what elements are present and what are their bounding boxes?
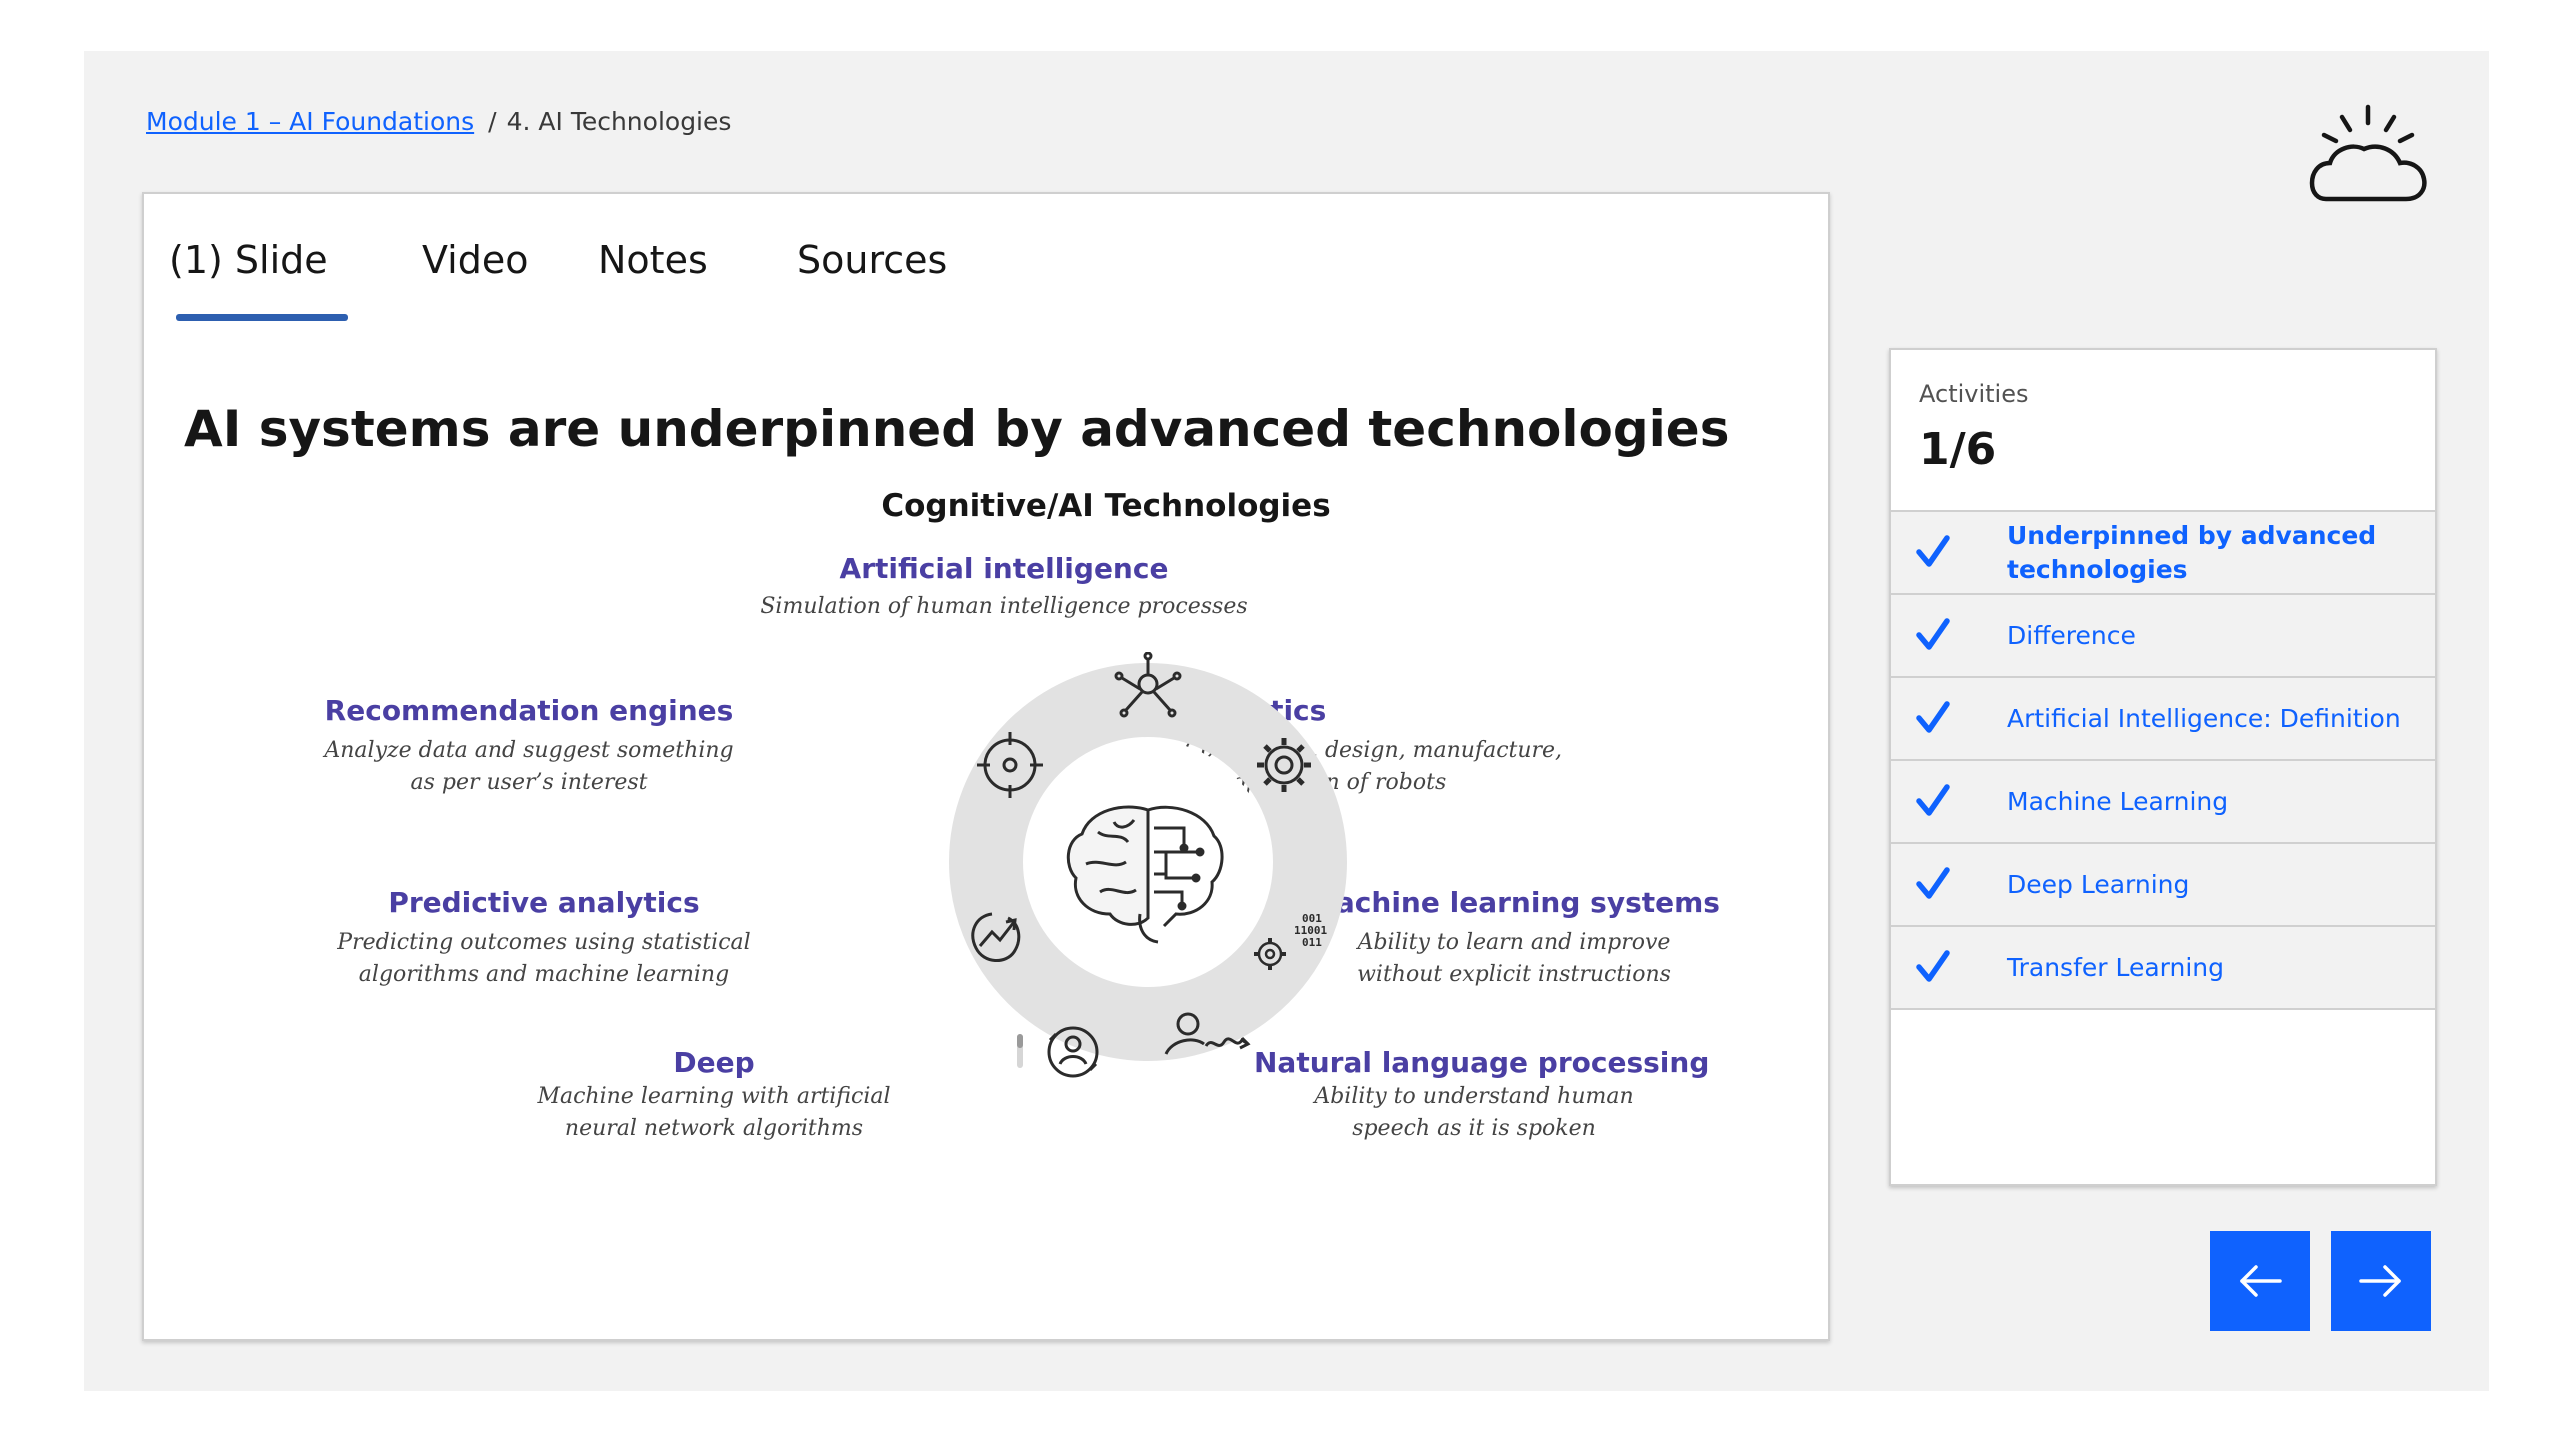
tech-description-line1: Analyze data and suggest something <box>324 738 734 763</box>
activities-panel: Activities 1/6 Underpinned by advanced t… <box>1889 348 2437 1186</box>
tech-recommendation-engines: Recommendation engines Analyze data and … <box>319 694 739 799</box>
next-button[interactable] <box>2331 1231 2431 1331</box>
tech-title: Predictive analytics <box>388 886 700 919</box>
breadcrumb-parent-link[interactable]: Module 1 – AI Foundations <box>146 107 474 136</box>
tech-title: Artificial intelligence <box>839 552 1169 585</box>
previous-button[interactable] <box>2210 1231 2310 1331</box>
activities-count: 1/6 <box>1919 424 1997 475</box>
breadcrumb: Module 1 – AI Foundations / 4. AI Technolo… <box>146 107 731 136</box>
activity-label: Artificial Intelligence: Definition <box>2007 703 2401 733</box>
slide-subtitle: Cognitive/AI Technologies <box>881 488 1331 524</box>
checkmark-icon <box>1916 784 1950 816</box>
activity-item-underpinned[interactable]: Underpinned by advanced technologies <box>1891 512 2435 595</box>
activity-item-transfer-learning[interactable]: Transfer Learning <box>1891 927 2435 1010</box>
tech-artificial-intelligence: Artificial intelligence Simulation of hu… <box>504 552 1504 623</box>
activity-label: Underpinned by advanced technologies <box>2007 520 2377 584</box>
tech-description: Simulation of human intelligence process… <box>760 594 1248 619</box>
app-stage: Module 1 – AI Foundations / 4. AI Technolo… <box>84 51 2489 1391</box>
activities-label: Activities <box>1919 380 2029 408</box>
breadcrumb-separator: / <box>488 107 497 136</box>
technologies-ring-diagram: 001 11001 011 <box>949 652 1347 1078</box>
activity-item-machine-learning[interactable]: Machine Learning <box>1891 761 2435 844</box>
activity-item-deep-learning[interactable]: Deep Learning <box>1891 844 2435 927</box>
activity-item-ai-definition[interactable]: Artificial Intelligence: Definition <box>1891 678 2435 761</box>
tab-bar: (1) Slide Video Notes Sources <box>144 194 1828 334</box>
active-tab-indicator <box>176 314 348 321</box>
activities-header: Activities 1/6 <box>1891 350 2435 512</box>
activity-item-difference[interactable]: Difference <box>1891 595 2435 678</box>
arrow-left-icon <box>2240 1265 2282 1297</box>
activity-label: Transfer Learning <box>2007 952 2225 982</box>
activity-label: Deep Learning <box>2007 869 2190 899</box>
activity-label: Difference <box>2007 620 2136 650</box>
tab-notes[interactable]: Notes <box>598 238 708 282</box>
slide-title: AI systems are underpinned by advanced t… <box>184 400 1730 458</box>
tab-video[interactable]: Video <box>422 238 528 282</box>
checkmark-icon <box>1916 867 1950 899</box>
tech-description-line1: Predicting outcomes using statistical <box>337 930 751 955</box>
checkmark-icon <box>1916 950 1950 982</box>
checkmark-icon <box>1916 701 1950 733</box>
checkmark-icon <box>1916 535 1950 567</box>
tab-slide[interactable]: (1) Slide <box>169 238 328 282</box>
tech-description-line2: as per user’s interest <box>410 770 648 795</box>
tech-description-line2: algorithms and machine learning <box>358 962 730 987</box>
tech-title: Recommendation engines <box>324 694 734 727</box>
breadcrumb-current: 4. AI Technologies <box>506 107 732 136</box>
activity-label: Machine Learning <box>2007 786 2229 816</box>
tech-predictive-analytics: Predictive analytics Predicting outcomes… <box>334 886 754 991</box>
slide-card: (1) Slide Video Notes Sources AI systems… <box>142 192 1830 1341</box>
cloud-sun-logo-icon <box>2309 104 2427 202</box>
checkmark-icon <box>1916 618 1950 650</box>
arrow-right-icon <box>2359 1265 2401 1297</box>
tab-sources[interactable]: Sources <box>797 238 947 282</box>
